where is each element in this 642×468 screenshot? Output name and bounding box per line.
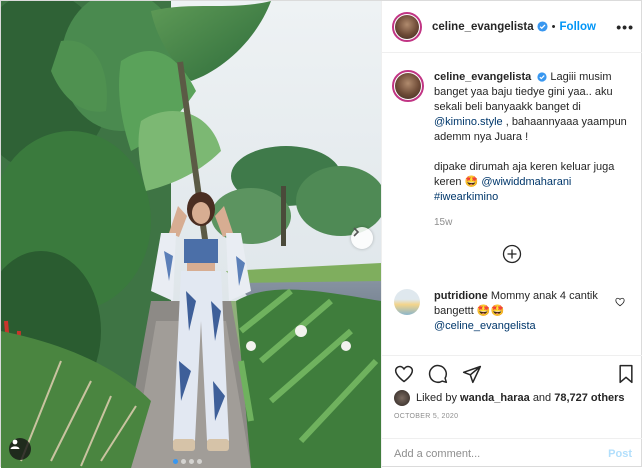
carousel-indicator	[173, 459, 202, 464]
comment-mention-link[interactable]: @celine_evangelista	[434, 320, 536, 332]
caption-author-avatar[interactable]	[392, 70, 424, 102]
comment-text: putridione Mommy anak 4 cantik bangettt …	[434, 289, 604, 334]
caption-text: celine_evangelista Lagiii musim banget y…	[434, 70, 630, 230]
post-date[interactable]: OCTOBER 5, 2020	[394, 413, 458, 420]
author-username[interactable]: celine_evangelista	[432, 21, 534, 33]
separator-dot: •	[551, 20, 556, 33]
carousel-dot	[181, 459, 186, 464]
add-comment-form: Post	[382, 438, 642, 468]
post-header: celine_evangelista • Follow •••	[382, 1, 642, 53]
post-comment-button[interactable]: Post	[608, 448, 632, 460]
heart-icon[interactable]	[394, 364, 414, 384]
likes-prefix: Liked by	[416, 392, 457, 404]
likes-summary: Liked by wanda_haraa and 78,727 others	[394, 390, 625, 406]
comments-section: celine_evangelista Lagiii musim banget y…	[382, 54, 642, 354]
carousel-dot	[197, 459, 202, 464]
carousel-next-button[interactable]	[351, 227, 373, 249]
caption: celine_evangelista Lagiii musim banget y…	[392, 70, 632, 230]
author-avatar[interactable]	[392, 11, 422, 42]
plus-circle-icon	[502, 244, 522, 264]
post-sidebar: celine_evangelista • Follow ••• celine_e…	[381, 1, 642, 468]
chevron-right-icon	[353, 227, 360, 237]
liker-username[interactable]: wanda_haraa	[460, 392, 530, 404]
more-options-icon[interactable]: •••	[616, 19, 634, 35]
caption-mention-link[interactable]: @kimino.style	[434, 116, 503, 128]
tagged-people-button[interactable]	[9, 438, 31, 460]
carousel-dot	[189, 459, 194, 464]
post-photo[interactable]	[1, 1, 381, 468]
caption-mention-link[interactable]: @wiwiddmaharani	[481, 176, 571, 188]
comment-item: putridione Mommy anak 4 cantik bangettt …	[394, 289, 639, 334]
photo-illustration	[1, 1, 381, 468]
person-icon	[10, 439, 20, 449]
carousel-dot	[173, 459, 178, 464]
load-more-comments-button[interactable]	[502, 244, 522, 267]
instagram-post: celine_evangelista • Follow ••• celine_e…	[0, 0, 642, 468]
heart-icon[interactable]	[615, 297, 625, 307]
share-icon[interactable]	[462, 364, 482, 384]
verified-badge-icon	[537, 72, 547, 82]
comment-icon[interactable]	[428, 364, 448, 384]
likes-and: and	[532, 392, 552, 404]
caption-hashtag-link[interactable]: #iwearkimino	[434, 191, 498, 203]
caption-username[interactable]: celine_evangelista	[434, 71, 531, 83]
likes-count-link[interactable]: 78,727 others	[554, 392, 624, 404]
bookmark-icon[interactable]	[616, 364, 636, 384]
comment-input[interactable]	[394, 447, 609, 460]
follow-button[interactable]: Follow	[560, 21, 596, 33]
verified-badge-icon	[537, 21, 548, 32]
commenter-avatar[interactable]	[394, 289, 420, 315]
caption-timestamp[interactable]: 15w	[434, 215, 630, 230]
action-bar	[382, 355, 642, 391]
liker-avatar[interactable]	[394, 390, 410, 406]
commenter-username[interactable]: putridione	[434, 290, 488, 302]
